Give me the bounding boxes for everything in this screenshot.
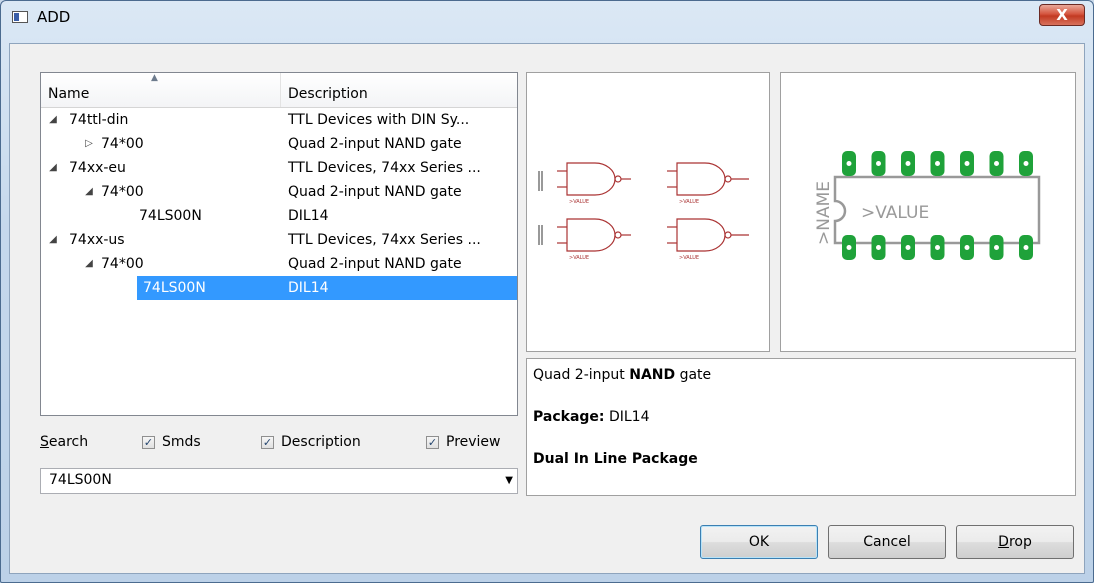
tree-row-name: 74LS00N — [139, 208, 202, 224]
search-label: Search — [40, 434, 89, 450]
pad-drill-hole — [964, 161, 970, 166]
dil14-package-drawing: >VALUE >NAME — [814, 151, 1041, 260]
tree-row-description: DIL14 — [288, 208, 329, 224]
sort-ascending-icon: ▲ — [151, 73, 158, 83]
tree-row-description: DIL14 — [281, 276, 517, 300]
description-checkbox[interactable]: ✓ — [261, 436, 274, 449]
symbol-preview: >VALUE >VALUE >VALUE >VALUE — [526, 72, 770, 352]
tree-row[interactable]: ▷ 74*00 Quad 2-input NAND gate — [41, 132, 517, 156]
preview-checkbox[interactable]: ✓ — [426, 436, 439, 449]
cancel-button[interactable]: Cancel — [828, 525, 946, 559]
svg-text:>VALUE: >VALUE — [679, 255, 699, 261]
expanded-arrow-icon[interactable]: ◢ — [47, 108, 59, 132]
tree-row-description: TTL Devices with DIN Sy... — [288, 112, 470, 128]
drop-button[interactable]: Drop — [956, 525, 1074, 559]
nand-gates-schematic: >VALUE >VALUE >VALUE >VALUE — [538, 162, 749, 261]
tree-row-name: 74xx-eu — [69, 160, 126, 176]
package-preview: >VALUE >NAME — [780, 72, 1076, 352]
pad-drill-hole — [994, 245, 999, 250]
tree-row-description: Quad 2-input NAND gate — [288, 136, 462, 152]
tree-row[interactable]: ◢ 74xx-us TTL Devices, 74xx Series ... — [41, 228, 517, 252]
svg-text:>VALUE: >VALUE — [679, 199, 699, 205]
svg-text:>VALUE: >VALUE — [569, 199, 589, 205]
library-tree[interactable]: ▲ Name Description ◢ 74ttl-din TTL Devic… — [40, 72, 518, 416]
pad-drill-hole — [846, 161, 852, 166]
pad-drill-hole — [876, 161, 881, 166]
title-bar: ADD X — [1, 1, 1093, 35]
tree-row[interactable]: ◢ 74*00 Quad 2-input NAND gate — [41, 180, 517, 204]
column-description-label: Description — [288, 86, 368, 102]
pad-drill-hole — [905, 161, 911, 166]
pad-drill-hole — [935, 161, 940, 166]
dialog-body: ▲ Name Description ◢ 74ttl-din TTL Devic… — [9, 43, 1085, 574]
pad-drill-hole — [964, 245, 970, 250]
search-input[interactable]: 74LS00N — [49, 472, 112, 488]
description-label[interactable]: Description — [281, 434, 361, 450]
search-combobox[interactable]: 74LS00N ▼ — [40, 468, 518, 494]
pad-drill-hole — [1023, 161, 1029, 166]
package-name-label: >NAME — [814, 181, 834, 245]
device-info-panel: Quad 2-input NAND gate Package: DIL14 Du… — [526, 358, 1076, 496]
add-dialog: ADD X ▲ Name Description ◢ 74ttl-din TTL… — [0, 0, 1094, 583]
tree-row-description: Quad 2-input NAND gate — [288, 184, 462, 200]
tree-row-description: TTL Devices, 74xx Series ... — [288, 160, 481, 176]
pad-drill-hole — [935, 245, 940, 250]
tree-row[interactable]: 74LS00N DIL14 — [41, 204, 517, 228]
tree-row[interactable]: ◢ 74xx-eu TTL Devices, 74xx Series ... — [41, 156, 517, 180]
search-label-rest: earch — [48, 434, 89, 450]
column-header-name[interactable]: ▲ Name — [41, 73, 281, 107]
dropdown-arrow-icon[interactable]: ▼ — [505, 475, 513, 486]
drop-label-rest: rop — [1008, 534, 1032, 550]
device-description: Quad 2-input NAND gate — [533, 367, 712, 383]
pad-drill-hole — [905, 245, 911, 250]
column-name-label: Name — [48, 86, 90, 102]
package-description: Dual In Line Package — [533, 451, 698, 467]
tree-row[interactable]: ◢ 74ttl-din TTL Devices with DIN Sy... — [41, 108, 517, 132]
pad-drill-hole — [876, 245, 881, 250]
window-icon — [12, 11, 28, 23]
window-title: ADD — [37, 8, 71, 26]
expanded-arrow-icon[interactable]: ◢ — [47, 228, 59, 252]
tree-row-description: TTL Devices, 74xx Series ... — [288, 232, 481, 248]
tree-row-name: 74*00 — [101, 136, 144, 152]
tree-row-name: 74*00 — [101, 256, 144, 272]
expanded-arrow-icon[interactable]: ◢ — [83, 252, 95, 276]
smds-label[interactable]: Smds — [162, 434, 201, 450]
smds-checkbox[interactable]: ✓ — [142, 436, 155, 449]
pad-drill-hole — [1023, 245, 1029, 250]
package-line: Package: DIL14 — [533, 409, 650, 425]
ok-button[interactable]: OK — [700, 525, 818, 559]
collapsed-arrow-icon[interactable]: ▷ — [83, 132, 95, 156]
expanded-arrow-icon[interactable]: ◢ — [47, 156, 59, 180]
tree-row[interactable]: ◢ 74*00 Quad 2-input NAND gate — [41, 252, 517, 276]
tree-row-name: 74LS00N — [137, 276, 281, 300]
close-button[interactable]: X — [1039, 4, 1085, 26]
tree-row-description: Quad 2-input NAND gate — [288, 256, 462, 272]
expanded-arrow-icon[interactable]: ◢ — [83, 180, 95, 204]
column-header-description[interactable]: Description — [281, 73, 517, 107]
tree-row-name: 74*00 — [101, 184, 144, 200]
tree-row-name: 74ttl-din — [69, 112, 129, 128]
svg-text:>VALUE: >VALUE — [569, 255, 589, 261]
pad-drill-hole — [846, 245, 852, 250]
preview-label[interactable]: Preview — [446, 434, 501, 450]
tree-row-selected[interactable]: 74LS00N DIL14 — [41, 276, 517, 300]
package-value-label: >VALUE — [861, 203, 929, 223]
pad-drill-hole — [994, 161, 999, 166]
tree-header: ▲ Name Description — [41, 73, 517, 108]
tree-row-name: 74xx-us — [69, 232, 125, 248]
